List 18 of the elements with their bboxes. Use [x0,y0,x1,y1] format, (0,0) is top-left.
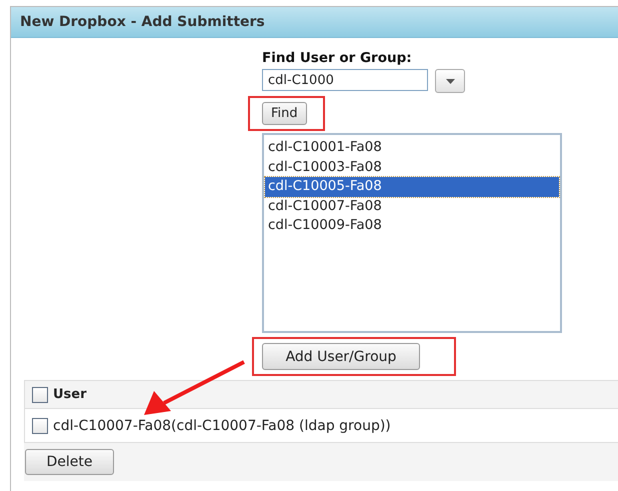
field-label: Find User or Group: [262,50,412,66]
caret-icon [446,78,454,84]
column-header: User [53,387,87,402]
search-field[interactable]: cdl-C1000 [262,69,428,91]
delete-button[interactable]: Delete [25,449,114,475]
table-cell: cdl-C10007-Fa08(cdl-C10007-Fa08 (ldap group)) [53,418,391,434]
find-button[interactable]: Find [262,102,307,125]
results-list[interactable]: cdl-C10001-Fa08 cdl-C10003-Fa08 cdl-C10005-Fa08 cdl-C10007-Fa08 cdl-C10009-Fa08 [262,133,562,333]
list-item[interactable]: cdl-C10009-Fa08 [265,216,559,236]
list-item[interactable]: cdl-C10001-Fa08 [265,138,559,158]
list-item[interactable]: cdl-C10007-Fa08 [265,196,559,216]
checkbox[interactable] [32,418,48,434]
list-item[interactable]: cdl-C10003-Fa08 [265,158,559,177]
checkbox[interactable] [32,386,48,402]
add-button[interactable]: Add User/Group [262,343,420,370]
window-title: New Dropbox - Add Submitters [11,7,618,38]
dropdown-button[interactable] [435,69,465,93]
list-item[interactable]: cdl-C10005-Fa08 [265,177,559,196]
